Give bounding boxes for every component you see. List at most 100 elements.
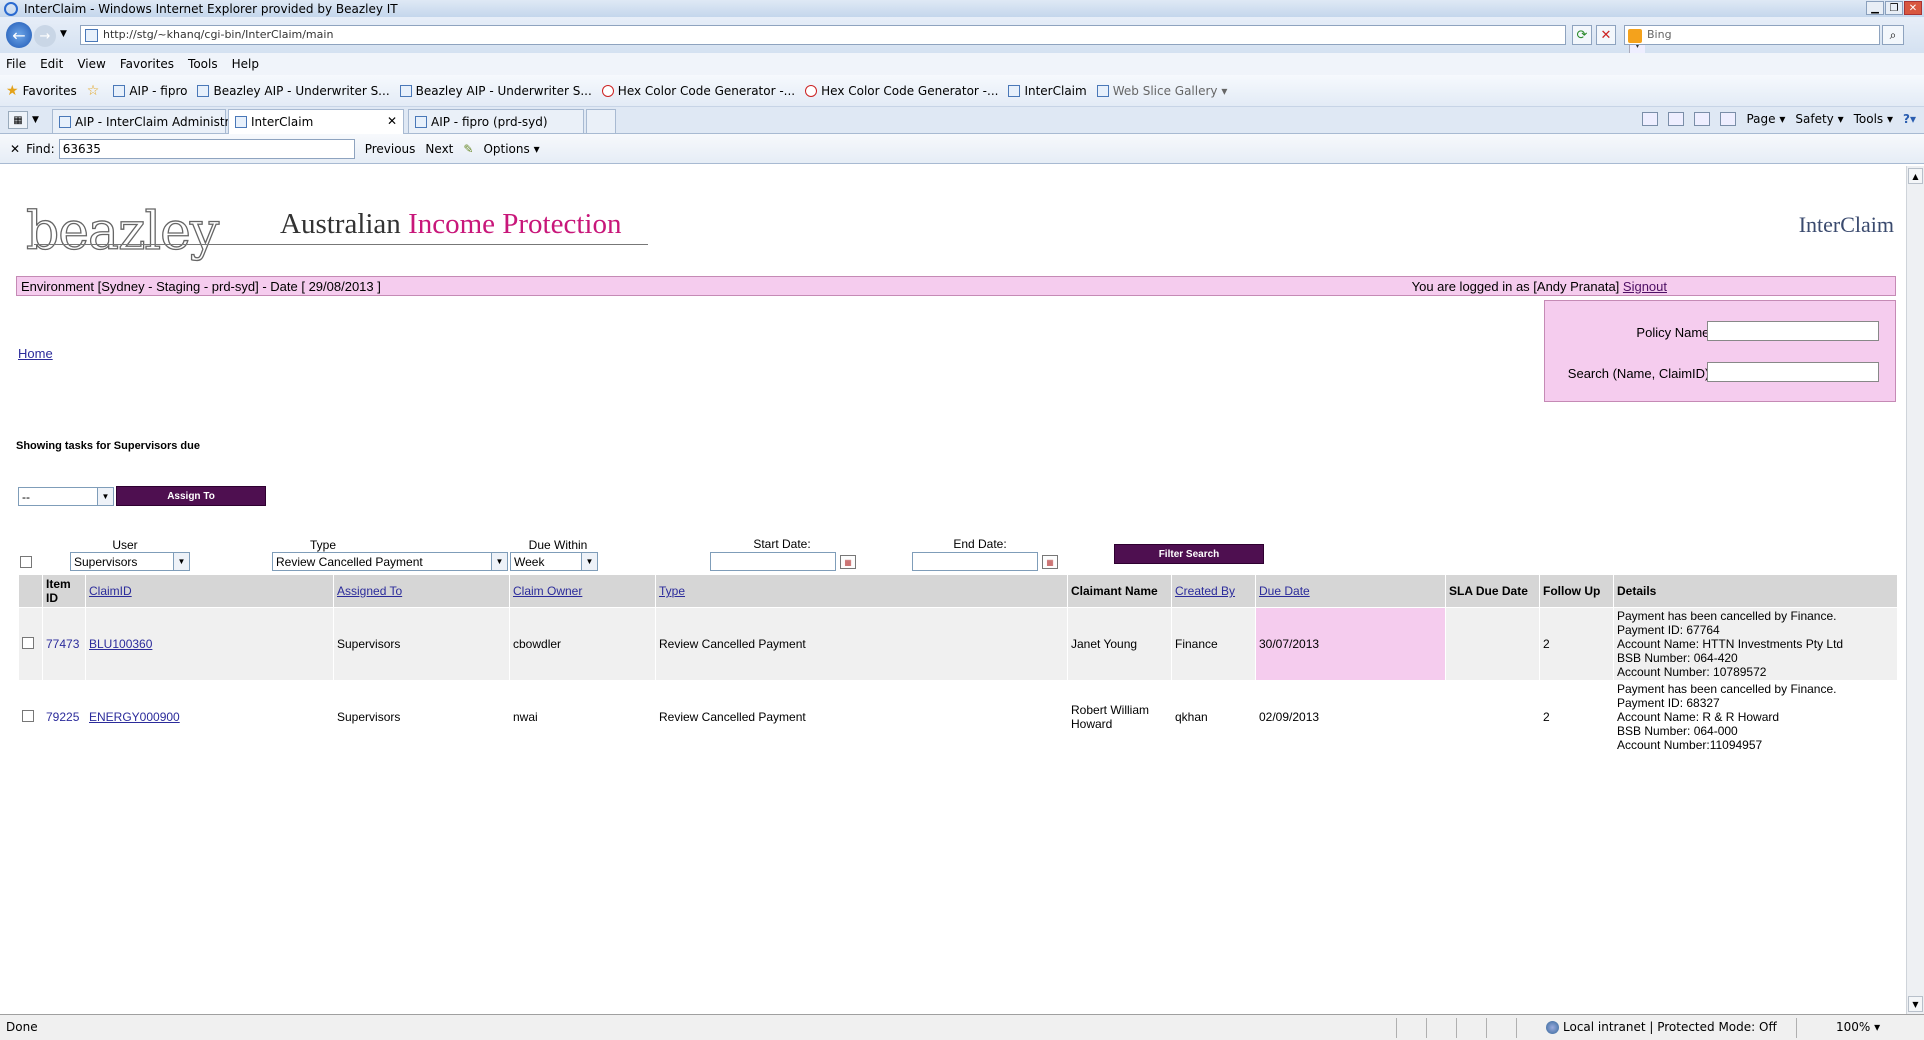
page-menu[interactable]: Page ▾	[1746, 112, 1785, 126]
tab-interclaim[interactable]: InterClaim ✕	[228, 109, 404, 134]
assigned-to-cell: Supervisors	[333, 607, 510, 681]
history-dropdown-icon[interactable]: ▼	[60, 29, 67, 39]
fav-item[interactable]: Beazley AIP - Underwriter S...	[399, 84, 592, 98]
globe-icon	[1546, 1020, 1559, 1034]
filter-search-button[interactable]: Filter Search	[1114, 544, 1264, 564]
tools-menu[interactable]: Tools ▾	[1854, 112, 1893, 126]
print-icon[interactable]	[1720, 112, 1737, 126]
sort-due-date-link[interactable]: Due Date	[1259, 584, 1310, 598]
favorites-button[interactable]: ★ Favorites	[6, 83, 77, 99]
back-button[interactable]: ←	[6, 22, 32, 48]
search-input[interactable]: Bing	[1624, 25, 1880, 45]
refresh-button[interactable]: ⟳	[1572, 25, 1592, 45]
column-header-claim-id[interactable]: ClaimID	[85, 574, 334, 608]
scroll-up-icon[interactable]: ▲	[1908, 168, 1923, 184]
minimize-button[interactable]: ▁	[1866, 1, 1884, 15]
zoom-level[interactable]: 100% ▾	[1836, 1020, 1880, 1034]
search-icon[interactable]: ⌕	[1882, 25, 1904, 45]
assign-to-button[interactable]: Assign To	[116, 486, 266, 506]
checkbox-column-header	[18, 574, 43, 608]
user-filter-select[interactable]: Supervisors ▼	[70, 552, 190, 571]
sort-created-by-link[interactable]: Created By	[1175, 584, 1235, 598]
url-input[interactable]: http://stg/~khanq/cgi-bin/InterClaim/mai…	[80, 25, 1645, 54]
help-icon[interactable]: ?▾	[1903, 112, 1916, 126]
due-within-select[interactable]: Week ▼	[510, 552, 598, 571]
item-id-link[interactable]: 79225	[46, 710, 79, 724]
status-divider	[1396, 1018, 1397, 1038]
sort-claim-id-link[interactable]: ClaimID	[89, 584, 132, 598]
new-tab-button[interactable]	[586, 109, 616, 133]
close-find-icon[interactable]: ✕	[10, 142, 20, 156]
search-name-claimid-input[interactable]	[1707, 362, 1879, 382]
fav-item[interactable]: Hex Color Code Generator -...	[601, 84, 795, 98]
type-filter-select[interactable]: Review Cancelled Payment ▼	[272, 552, 508, 571]
column-header-assigned-to[interactable]: Assigned To	[333, 574, 510, 608]
tab-fipro[interactable]: AIP - fipro (prd-syd)	[408, 109, 584, 133]
claim-id-link[interactable]: ENERGY000900	[89, 710, 180, 724]
add-favorite-icon[interactable]: ☆	[87, 83, 104, 99]
chevron-down-icon: ▼	[581, 553, 597, 570]
find-input[interactable]: 63635	[58, 138, 355, 159]
tab-interclaim-admin[interactable]: AIP - InterClaim Administration	[52, 109, 260, 133]
find-previous-button[interactable]: Previous	[365, 142, 416, 156]
find-next-button[interactable]: Next	[425, 142, 453, 156]
mail-icon[interactable]	[1694, 112, 1711, 126]
home-icon[interactable]	[1642, 112, 1659, 126]
details-line: Account Name: HTTN Investments Pty Ltd	[1617, 637, 1844, 651]
calendar-icon[interactable]: ▦	[840, 555, 856, 569]
tab-list-icon[interactable]: ▼	[32, 111, 44, 129]
sort-assigned-to-link[interactable]: Assigned To	[337, 584, 402, 598]
find-options-button[interactable]: Options ▾	[483, 142, 539, 156]
scroll-down-icon[interactable]: ▼	[1908, 996, 1923, 1012]
fav-item[interactable]: Beazley AIP - Underwriter S...	[197, 84, 390, 98]
assigned-to-cell: Supervisors	[333, 680, 510, 754]
safety-menu[interactable]: Safety ▾	[1795, 112, 1843, 126]
feeds-icon[interactable]	[1668, 112, 1685, 126]
policy-name-input[interactable]	[1707, 321, 1879, 341]
security-zone[interactable]: Local intranet | Protected Mode: Off	[1546, 1020, 1777, 1034]
row-checkbox[interactable]	[22, 636, 34, 649]
fav-item[interactable]: InterClaim	[1008, 84, 1087, 98]
type-filter-value: Review Cancelled Payment	[276, 555, 423, 569]
menu-tools[interactable]: Tools	[188, 57, 218, 71]
vertical-scrollbar[interactable]: ▲ ▼	[1906, 166, 1924, 1014]
item-id-link[interactable]: 77473	[46, 637, 79, 651]
claim-id-cell: BLU100360	[85, 607, 334, 681]
start-date-input[interactable]	[710, 552, 836, 571]
home-link[interactable]: Home	[18, 346, 53, 361]
sort-type-link[interactable]: Type	[659, 584, 685, 598]
menu-view[interactable]: View	[77, 57, 105, 71]
select-all-checkbox[interactable]	[20, 556, 32, 568]
column-header-item-id: Item ID	[42, 574, 86, 608]
quick-tabs-icon[interactable]: ▦	[8, 111, 28, 129]
signout-link[interactable]: Signout	[1623, 279, 1667, 294]
menu-edit[interactable]: Edit	[40, 57, 63, 71]
restore-button[interactable]: ❐	[1885, 1, 1903, 15]
forward-button[interactable]: →	[34, 25, 56, 47]
calendar-icon[interactable]: ▦	[1042, 555, 1058, 569]
start-date-label: Start Date:	[753, 537, 811, 551]
column-header-created-by[interactable]: Created By	[1171, 574, 1256, 608]
fav-item[interactable]: AIP - fipro	[113, 84, 187, 98]
column-header-claim-owner[interactable]: Claim Owner	[509, 574, 656, 608]
claim-id-link[interactable]: BLU100360	[89, 637, 152, 651]
assign-select[interactable]: -- ▼	[18, 487, 114, 506]
end-date-input[interactable]	[912, 552, 1038, 571]
sort-claim-owner-link[interactable]: Claim Owner	[513, 584, 582, 598]
highlight-icon[interactable]: ✎	[463, 142, 473, 156]
fav-item-web-slice[interactable]: Web Slice Gallery ▾	[1096, 84, 1227, 98]
favorites-bar: ★ Favorites ☆ AIP - fipro Beazley AIP - …	[0, 75, 1924, 107]
stop-button[interactable]: ✕	[1596, 25, 1616, 45]
menu-favorites[interactable]: Favorites	[120, 57, 174, 71]
column-header-type[interactable]: Type	[655, 574, 1068, 608]
row-checkbox[interactable]	[22, 709, 34, 722]
menu-help[interactable]: Help	[232, 57, 259, 71]
close-icon[interactable]: ✕	[387, 114, 397, 128]
web-slice-icon	[1096, 84, 1109, 97]
table-row: 79225 ENERGY000900 Supervisors nwai Revi…	[18, 680, 1898, 754]
zoom-text: 100%	[1836, 1020, 1871, 1034]
fav-item[interactable]: Hex Color Code Generator -...	[805, 84, 998, 98]
column-header-due-date[interactable]: Due Date	[1255, 574, 1446, 608]
menu-file[interactable]: File	[6, 57, 26, 71]
close-window-button[interactable]: ✕	[1904, 1, 1922, 15]
